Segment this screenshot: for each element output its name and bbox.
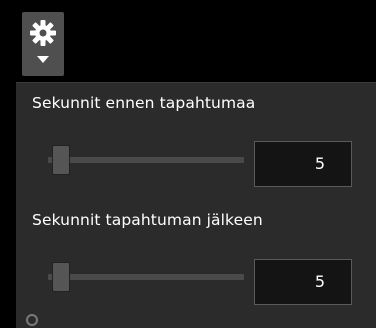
seconds-after-input[interactable]: 5 [254, 259, 352, 305]
caret-down-icon [37, 56, 49, 63]
seconds-before-label: Sekunnit ennen tapahtumaa [32, 94, 256, 112]
event-timing-panel: Sekunnit ennen tapahtumaa 5 Sekunnit tap… [16, 82, 376, 328]
slider-thumb[interactable] [51, 262, 70, 292]
seconds-before-input[interactable]: 5 [254, 141, 352, 187]
seconds-after-label: Sekunnit tapahtuman jälkeen [32, 211, 263, 229]
seconds-before-slider[interactable] [48, 145, 244, 175]
scroll-indicator-icon [26, 314, 38, 326]
seconds-after-slider[interactable] [48, 262, 244, 292]
slider-track[interactable] [48, 274, 244, 280]
slider-thumb[interactable] [51, 145, 70, 175]
slider-track[interactable] [48, 157, 244, 163]
gear-icon [30, 20, 56, 46]
settings-menu-button[interactable] [22, 12, 64, 76]
